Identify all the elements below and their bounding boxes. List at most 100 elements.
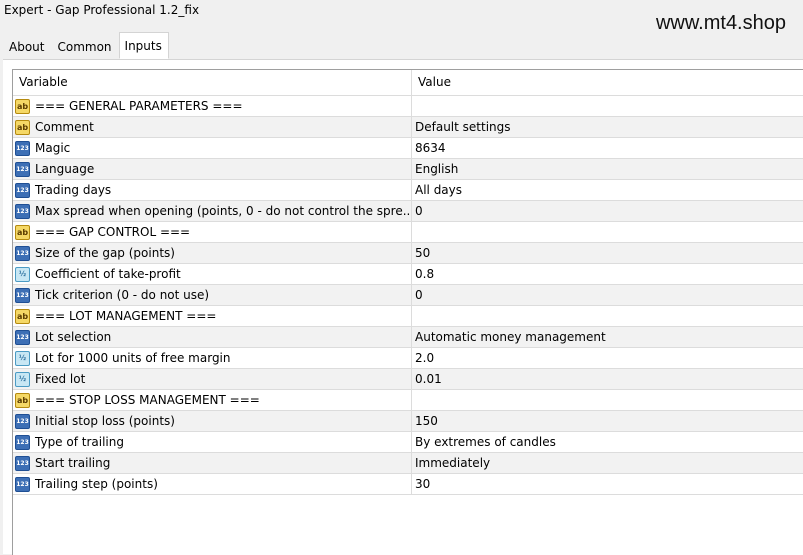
table-row[interactable]: ab === GENERAL PARAMETERS === [13, 96, 803, 117]
integer-icon: 123 [15, 182, 30, 198]
table-row[interactable]: 123 Trailing step (points) 30 [13, 474, 803, 495]
variable-cell: 123 Type of trailing [13, 432, 412, 452]
variable-label: Lot for 1000 units of free margin [35, 351, 231, 365]
tab-bar: About Common Inputs [3, 32, 169, 60]
variable-cell: 123 Magic [13, 138, 412, 158]
column-header-variable[interactable]: Variable [13, 70, 412, 95]
value-cell[interactable] [412, 222, 803, 242]
table-row[interactable]: 123 Trading days All days [13, 180, 803, 201]
value-cell[interactable]: By extremes of candles [412, 432, 803, 452]
variable-cell: ab === GAP CONTROL === [13, 222, 412, 242]
column-header-value[interactable]: Value [412, 70, 803, 95]
table-row[interactable]: ab Comment Default settings [13, 117, 803, 138]
table-row[interactable]: ½ Fixed lot 0.01 [13, 369, 803, 390]
value-cell[interactable]: 0.01 [412, 369, 803, 389]
integer-icon: 123 [15, 434, 30, 450]
integer-icon: 123 [15, 203, 30, 219]
variable-cell: ½ Fixed lot [13, 369, 412, 389]
value-cell[interactable] [412, 306, 803, 326]
variable-cell: 123 Size of the gap (points) [13, 243, 412, 263]
string-icon: ab [15, 392, 30, 408]
variable-cell: ab === LOT MANAGEMENT === [13, 306, 412, 326]
tab-inputs[interactable]: Inputs [118, 32, 169, 59]
table-row[interactable]: ab === LOT MANAGEMENT === [13, 306, 803, 327]
variable-label: Trailing step (points) [35, 477, 158, 491]
variable-cell: 123 Initial stop loss (points) [13, 411, 412, 431]
value-cell[interactable]: 2.0 [412, 348, 803, 368]
integer-icon: 123 [15, 329, 30, 345]
table-row[interactable]: 123 Max spread when opening (points, 0 - … [13, 201, 803, 222]
watermark: www.mt4.shop [655, 12, 786, 34]
integer-icon: 123 [15, 140, 30, 156]
variable-label: Trading days [35, 183, 112, 197]
variable-label: Size of the gap (points) [35, 246, 175, 260]
value-cell[interactable]: English [412, 159, 803, 179]
variable-label: === LOT MANAGEMENT === [35, 309, 217, 323]
table-row[interactable]: ½ Lot for 1000 units of free margin 2.0 [13, 348, 803, 369]
variable-cell: 123 Max spread when opening (points, 0 - … [13, 201, 412, 221]
table-row[interactable]: ½ Coefficient of take-profit 0.8 [13, 264, 803, 285]
table-body: ab === GENERAL PARAMETERS === ab Comment Def… [13, 96, 803, 495]
value-cell[interactable]: 0.8 [412, 264, 803, 284]
inputs-panel: Variable Value ab === GENERAL PARAMETERS … [3, 59, 803, 555]
variable-cell: ab Comment [13, 117, 412, 137]
value-cell[interactable]: 150 [412, 411, 803, 431]
integer-icon: 123 [15, 245, 30, 261]
value-cell[interactable]: Automatic money management [412, 327, 803, 347]
integer-icon: 123 [15, 476, 30, 492]
string-icon: ab [15, 308, 30, 324]
value-cell[interactable]: 0 [412, 285, 803, 305]
table-row[interactable]: 123 Size of the gap (points) 50 [13, 243, 803, 264]
value-cell[interactable]: 0 [412, 201, 803, 221]
table-row[interactable]: 123 Language English [13, 159, 803, 180]
variable-label: Type of trailing [35, 435, 124, 449]
string-icon: ab [15, 119, 30, 135]
variable-label: Magic [35, 141, 71, 155]
variable-cell: 123 Trailing step (points) [13, 474, 412, 494]
variable-cell: ½ Coefficient of take-profit [13, 264, 412, 284]
table-row[interactable]: 123 Magic 8634 [13, 138, 803, 159]
table-header: Variable Value [13, 70, 803, 96]
value-cell[interactable]: Immediately [412, 453, 803, 473]
table-row[interactable]: 123 Type of trailing By extremes of candle… [13, 432, 803, 453]
tab-about[interactable]: About [3, 34, 51, 59]
variable-label: Start trailing [35, 456, 111, 470]
tab-common[interactable]: Common [51, 34, 118, 59]
variable-cell: ab === GENERAL PARAMETERS === [13, 96, 412, 116]
variable-label: === GAP CONTROL === [35, 225, 191, 239]
double-icon: ½ [15, 266, 30, 282]
window-title: Expert - Gap Professional 1.2_fix [4, 3, 200, 17]
variable-label: Max spread when opening (points, 0 - do … [35, 204, 412, 218]
integer-icon: 123 [15, 161, 30, 177]
variable-label: Language [35, 162, 95, 176]
table-row[interactable]: 123 Tick criterion (0 - do not use) 0 [13, 285, 803, 306]
variable-label: === STOP LOSS MANAGEMENT === [35, 393, 260, 407]
variable-cell: ½ Lot for 1000 units of free margin [13, 348, 412, 368]
variable-cell: 123 Tick criterion (0 - do not use) [13, 285, 412, 305]
double-icon: ½ [15, 350, 30, 366]
table-row[interactable]: ab === STOP LOSS MANAGEMENT === [13, 390, 803, 411]
table-row[interactable]: 123 Initial stop loss (points) 150 [13, 411, 803, 432]
variable-cell: 123 Trading days [13, 180, 412, 200]
value-cell[interactable] [412, 390, 803, 410]
value-cell[interactable]: 30 [412, 474, 803, 494]
value-cell[interactable]: 8634 [412, 138, 803, 158]
integer-icon: 123 [15, 287, 30, 303]
integer-icon: 123 [15, 455, 30, 471]
variable-cell: 123 Lot selection [13, 327, 412, 347]
table-row[interactable]: 123 Lot selection Automatic money manageme… [13, 327, 803, 348]
variable-label: Fixed lot [35, 372, 86, 386]
value-cell[interactable]: All days [412, 180, 803, 200]
value-cell[interactable]: Default settings [412, 117, 803, 137]
string-icon: ab [15, 98, 30, 114]
variable-cell: ab === STOP LOSS MANAGEMENT === [13, 390, 412, 410]
variable-label: Coefficient of take-profit [35, 267, 181, 281]
integer-icon: 123 [15, 413, 30, 429]
table-row[interactable]: ab === GAP CONTROL === [13, 222, 803, 243]
value-cell[interactable]: 50 [412, 243, 803, 263]
variable-label: Tick criterion (0 - do not use) [35, 288, 210, 302]
variable-cell: 123 Start trailing [13, 453, 412, 473]
value-cell[interactable] [412, 96, 803, 116]
variable-cell: 123 Language [13, 159, 412, 179]
table-row[interactable]: 123 Start trailing Immediately [13, 453, 803, 474]
